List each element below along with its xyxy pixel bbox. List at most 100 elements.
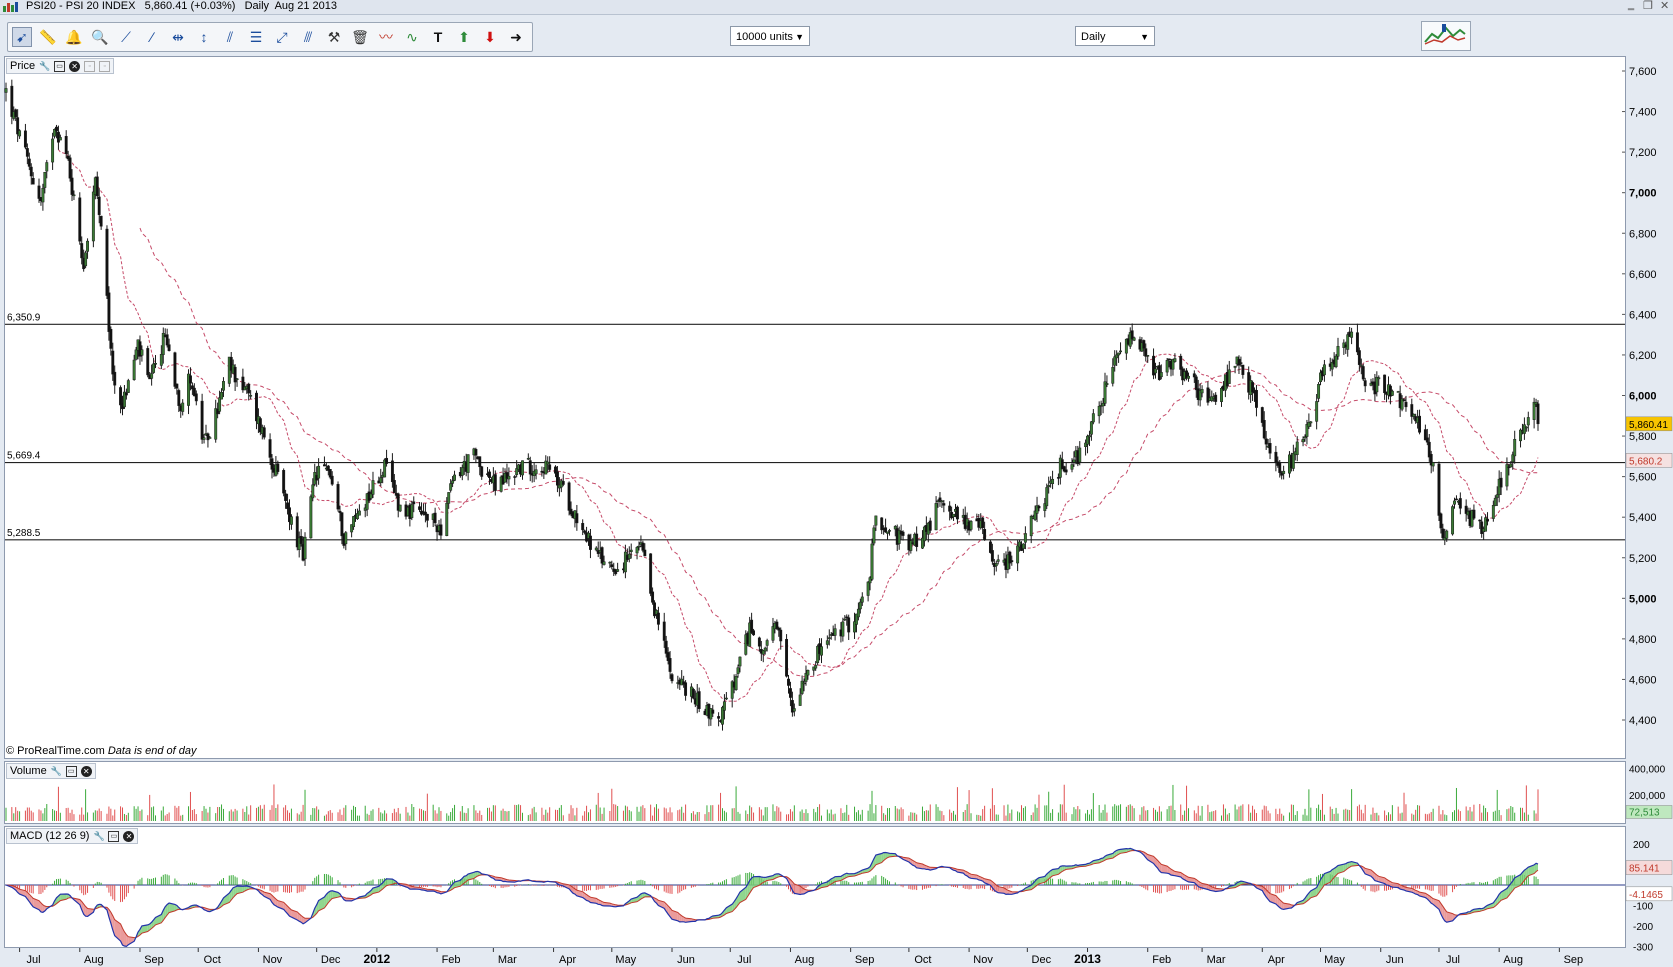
close-icon[interactable]: ✕ <box>69 60 81 72</box>
ray-tool-icon[interactable]: ∕ <box>142 27 162 47</box>
x-tick-label: Dec <box>321 954 341 966</box>
y-tick-label: 5,200 <box>1629 553 1657 565</box>
period-select[interactable]: Daily ▼ <box>1075 26 1155 46</box>
macd-tick-label: 100 <box>1633 861 1650 872</box>
x-tick-label: Nov <box>263 954 283 966</box>
x-tick-label: Jun <box>1386 954 1404 966</box>
buy-arrow-icon[interactable]: ⬆ <box>454 27 474 47</box>
y-tick-label: 4,400 <box>1629 715 1657 727</box>
x-tick-label: Dec <box>1032 954 1052 966</box>
y-tick-label: 7,200 <box>1629 147 1657 159</box>
price-panel[interactable]: Price 🔧 ▭ ✕ ▫ ▫ <box>4 56 1626 759</box>
x-tick-label: Sep <box>1564 954 1584 966</box>
volume-panel-header: Volume 🔧 ▭ ✕ <box>6 763 96 779</box>
x-tick-label: Aug <box>1503 954 1523 966</box>
fibonacci-icon[interactable]: ☰ <box>246 27 266 47</box>
hammer-icon[interactable]: ⚒ <box>324 27 344 47</box>
macd-tick-label: -300 <box>1633 943 1653 954</box>
macd-value-tag: 85.141 <box>1629 864 1660 875</box>
x-tick-label: Jul <box>1446 954 1460 966</box>
restore-icon[interactable]: ▫ <box>84 60 96 72</box>
x-tick-label: 2012 <box>364 952 391 966</box>
wrench-icon[interactable]: 🔧 <box>51 766 62 777</box>
title-bar: PSI20 - PSI 20 INDEX 5,860.41 (+0.03%) D… <box>0 0 1673 15</box>
volume-tick-label: 400,000 <box>1629 765 1666 776</box>
price-panel-label: Price <box>10 60 36 72</box>
channel-icon[interactable]: ⫻ <box>298 27 318 47</box>
x-tick-label: Mar <box>1207 954 1226 966</box>
arrow-line-icon[interactable]: ⤢ <box>272 27 292 47</box>
x-tick-label: Jul <box>737 954 751 966</box>
x-tick-label: Aug <box>84 954 104 966</box>
y-tick-label: 6,800 <box>1629 228 1657 240</box>
macd-tick-label: -200 <box>1633 922 1653 933</box>
x-tick-label: Jul <box>27 954 41 966</box>
macd-panel-label: MACD (12 26 9) <box>10 830 90 842</box>
zoom-icon[interactable]: 🔍 <box>90 27 110 47</box>
trash-icon[interactable]: 🗑 <box>350 27 370 47</box>
x-tick-label: Feb <box>1152 954 1171 966</box>
x-tick-label: May <box>615 954 636 966</box>
current-price-tag: 5,860.41 <box>1629 420 1668 431</box>
maximize-icon[interactable]: ▫ <box>99 60 111 72</box>
horizontal-line-icon[interactable]: ⇹ <box>168 27 188 47</box>
volume-tag-bg <box>1625 805 1673 819</box>
line-tool-icon[interactable]: ⟋ <box>116 27 136 47</box>
macd-tick-label: 200 <box>1633 840 1650 851</box>
pointer-icon[interactable]: ➹ <box>12 27 32 47</box>
x-tick-label: Oct <box>204 954 221 966</box>
volume-panel[interactable]: Volume 🔧 ▭ ✕ <box>4 761 1626 824</box>
app-logo-icon <box>3 2 18 12</box>
x-tick-label: Apr <box>1268 954 1285 966</box>
window-icon[interactable]: ▭ <box>108 830 120 842</box>
y-tick-label: 4,800 <box>1629 634 1657 646</box>
wrench-icon[interactable]: 🔧 <box>39 61 50 72</box>
y-tick-label: 7,000 <box>1629 188 1657 200</box>
y-tick-label: 4,600 <box>1629 674 1657 686</box>
minimize-icon[interactable]: ‗ <box>1628 0 1634 11</box>
next-arrow-icon[interactable]: ➜ <box>506 27 526 47</box>
y-tick-label: 6,200 <box>1629 350 1657 362</box>
y-tick-label: 5,000 <box>1629 593 1657 605</box>
ma-value-tag: 5,680.2 <box>1629 456 1663 467</box>
close-icon[interactable]: ✕ <box>123 830 135 842</box>
macd-panel[interactable]: MACD (12 26 9) 🔧 ▭ ✕ <box>4 826 1626 948</box>
sell-arrow-icon[interactable]: ⬇ <box>480 27 500 47</box>
restore-icon[interactable]: ❐ <box>1643 0 1653 12</box>
x-tick-label: Oct <box>914 954 931 966</box>
x-tick-label: Apr <box>559 954 576 966</box>
y-tick-label: 5,600 <box>1629 472 1657 484</box>
macd-tag-bg <box>1625 860 1673 875</box>
ruler-icon[interactable]: 📏 <box>38 27 58 47</box>
y-tick-label: 6,600 <box>1629 269 1657 281</box>
data-source-note: © ProRealTime.com Data is end of day <box>6 745 197 757</box>
close-icon[interactable]: ✕ <box>80 765 92 777</box>
text-icon[interactable]: T <box>428 27 448 47</box>
vertical-line-icon[interactable]: ↕ <box>194 27 214 47</box>
volume-current-tag: 72,513 <box>1629 808 1660 819</box>
x-tick-label: 2013 <box>1074 952 1101 966</box>
volume-panel-label: Volume <box>10 765 47 777</box>
macd-hist-tag: -4.1465 <box>1629 890 1663 901</box>
x-tick-label: Feb <box>442 954 461 966</box>
macd-tick-label: -100 <box>1633 902 1653 913</box>
parallel-lines-icon[interactable]: ⫽ <box>220 27 240 47</box>
wrench-icon[interactable]: 🔧 <box>93 831 104 842</box>
volume-tick-label: 200,000 <box>1629 791 1666 802</box>
x-tick-label: Sep <box>855 954 875 966</box>
indicator-icon[interactable]: 〰 <box>376 27 396 47</box>
x-tick-label: May <box>1324 954 1345 966</box>
units-select[interactable]: 10000 units ▼ <box>730 26 810 46</box>
chevron-down-icon: ▼ <box>795 32 804 42</box>
window-icon[interactable]: ▭ <box>65 765 77 777</box>
ma-value-tag-bg <box>1625 453 1673 468</box>
alarm-bell-icon[interactable]: 🔔 <box>64 27 84 47</box>
y-tick-label: 7,400 <box>1629 107 1657 119</box>
chevron-down-icon: ▼ <box>1140 32 1149 42</box>
y-tick-label: 5,800 <box>1629 431 1657 443</box>
close-icon[interactable]: ✕ <box>1660 0 1669 12</box>
window-icon[interactable]: ▭ <box>54 60 66 72</box>
y-tick-label: 7,600 <box>1629 66 1657 78</box>
wave-icon[interactable]: ∿ <box>402 27 422 47</box>
chart-style-icon[interactable] <box>1421 21 1471 51</box>
